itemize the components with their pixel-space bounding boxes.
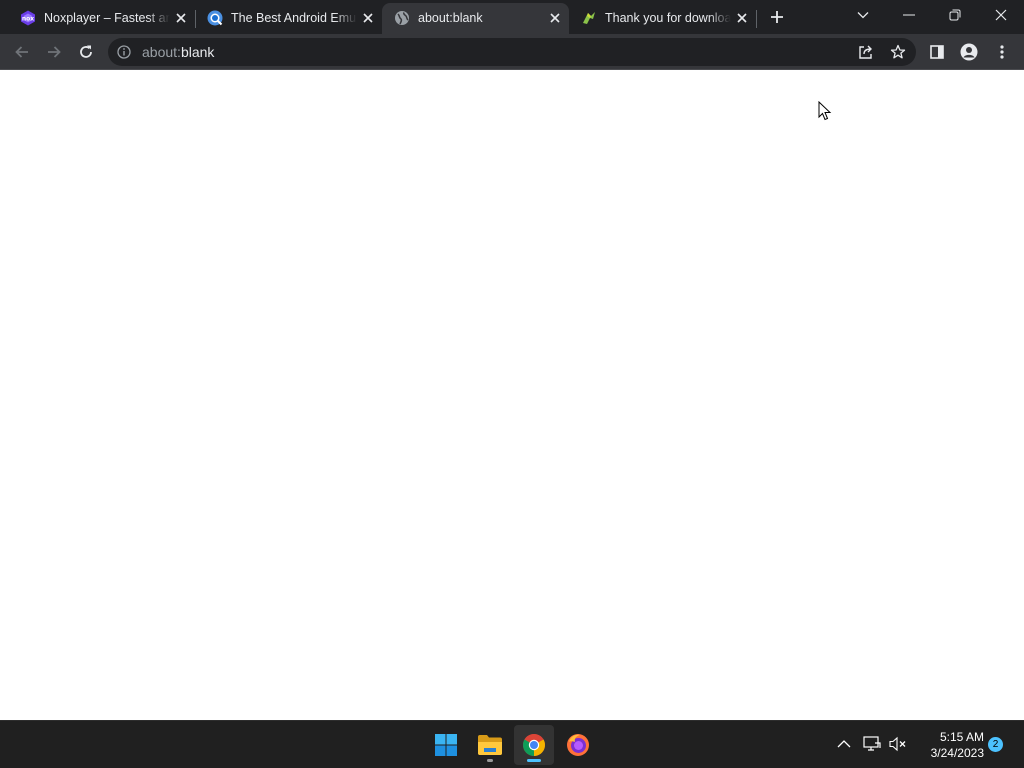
minimize-icon	[903, 14, 915, 16]
network-icon[interactable]	[861, 733, 883, 755]
close-tab-icon[interactable]	[735, 11, 749, 25]
globe-icon	[394, 10, 410, 26]
side-panel-button[interactable]	[923, 38, 951, 66]
tab-thank-you[interactable]: Thank you for downloading	[569, 3, 756, 34]
profile-button[interactable]	[955, 38, 983, 66]
mouse-cursor-icon	[818, 101, 832, 121]
clock-time: 5:15 AM	[939, 730, 984, 744]
kebab-menu-icon	[1000, 45, 1004, 59]
notification-badge[interactable]: 2	[988, 737, 1003, 752]
tab-title: about:blank	[418, 11, 483, 25]
chrome-menu-button[interactable]	[988, 38, 1016, 66]
chrome-icon	[523, 734, 545, 756]
new-tab-button[interactable]	[766, 6, 788, 28]
back-arrow-icon	[15, 46, 28, 58]
active-indicator	[527, 759, 541, 762]
restore-icon	[949, 9, 961, 21]
star-icon[interactable]	[887, 41, 909, 63]
close-tab-icon[interactable]	[174, 11, 188, 25]
plus-icon	[771, 11, 783, 23]
file-explorer-icon	[478, 735, 502, 755]
firefox-button[interactable]	[558, 725, 598, 765]
running-indicator	[487, 759, 493, 762]
browser-toolbar: about:blank	[0, 34, 1024, 70]
tab-title: Thank you for downloading	[605, 11, 731, 25]
tab-search-button[interactable]	[840, 0, 886, 30]
volume-muted-icon[interactable]	[887, 733, 909, 755]
start-button[interactable]	[426, 725, 466, 765]
svg-text:nox: nox	[22, 16, 34, 23]
tab-about-blank[interactable]: about:blank	[382, 3, 569, 34]
tab-title: The Best Android Emulator	[231, 11, 357, 25]
back-button[interactable]	[8, 38, 36, 66]
emulator-site-icon	[207, 10, 223, 26]
profile-icon	[960, 43, 978, 61]
url-path: blank	[180, 44, 215, 60]
close-window-button[interactable]	[978, 0, 1024, 30]
clock-date: 3/24/2023	[930, 746, 984, 760]
firefox-icon	[567, 734, 589, 756]
reload-button[interactable]	[72, 38, 100, 66]
tab-noxplayer[interactable]: nox Noxplayer – Fastest and	[8, 3, 195, 34]
address-bar[interactable]: about:blank	[108, 38, 916, 66]
tab-separator	[756, 10, 757, 28]
noxplayer-icon: nox	[20, 10, 36, 26]
file-explorer-button[interactable]	[470, 725, 510, 765]
minimize-button[interactable]	[886, 0, 932, 30]
url-scheme: about:	[142, 44, 181, 60]
url-text[interactable]: about:blank	[142, 44, 214, 60]
info-icon[interactable]	[116, 44, 132, 60]
chevron-up-icon[interactable]	[833, 733, 855, 755]
close-tab-icon[interactable]	[548, 11, 562, 25]
side-panel-icon	[930, 45, 944, 59]
restore-button[interactable]	[932, 0, 978, 30]
forward-arrow-icon	[48, 46, 61, 58]
windows-start-icon	[435, 734, 457, 756]
tab-search-icon	[857, 12, 869, 19]
share-icon[interactable]	[855, 41, 877, 63]
tab-android-emulator[interactable]: The Best Android Emulator	[195, 3, 382, 34]
download-site-icon	[581, 10, 597, 26]
reload-icon	[80, 45, 92, 58]
taskbar: 5:15 AM 3/24/2023 2	[0, 720, 1024, 768]
system-clock[interactable]: 5:15 AM 3/24/2023	[914, 729, 984, 761]
tab-title: Noxplayer – Fastest and	[44, 11, 170, 25]
chrome-taskbar-button[interactable]	[514, 725, 554, 765]
close-icon	[995, 9, 1007, 21]
tab-strip: nox Noxplayer – Fastest and The Best And…	[0, 0, 1024, 34]
forward-button[interactable]	[40, 38, 68, 66]
close-tab-icon[interactable]	[361, 11, 375, 25]
page-content[interactable]	[0, 70, 1024, 720]
